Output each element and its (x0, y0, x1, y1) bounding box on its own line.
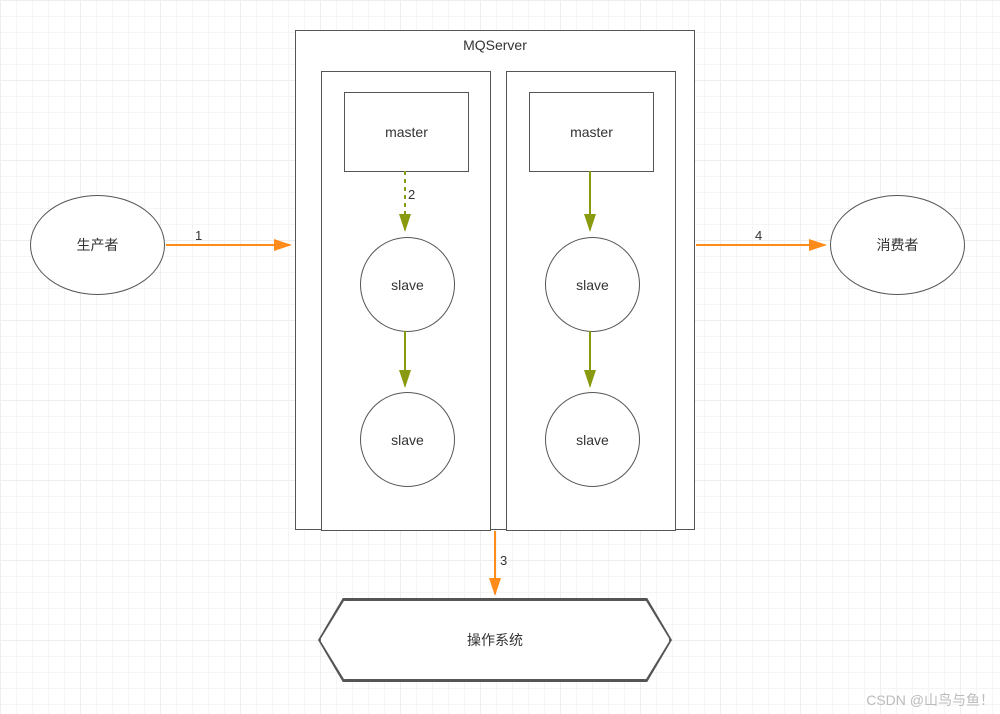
master-box-right: master (529, 92, 654, 172)
replica-group-right: master slave slave (506, 71, 676, 531)
slave-node-left-2: slave (360, 392, 455, 487)
arrow-label-1: 1 (195, 228, 202, 243)
mqserver-box: MQServer master slave slave master slave… (295, 30, 695, 530)
producer-node: 生产者 (30, 195, 165, 295)
master-label: master (570, 124, 613, 140)
master-label: master (385, 124, 428, 140)
slave-label: slave (576, 277, 609, 293)
mqserver-title: MQServer (296, 37, 694, 53)
slave-label: slave (391, 432, 424, 448)
consumer-node: 消费者 (830, 195, 965, 295)
master-box-left: master (344, 92, 469, 172)
arrow-label-3: 3 (500, 553, 507, 568)
arrow-label-2: 2 (408, 187, 415, 202)
replica-group-left: master slave slave (321, 71, 491, 531)
slave-node-left-1: slave (360, 237, 455, 332)
arrow-label-4: 4 (755, 228, 762, 243)
os-box: 操作系统 (320, 600, 670, 680)
slave-label: slave (576, 432, 609, 448)
slave-label: slave (391, 277, 424, 293)
watermark: CSDN @山鸟与鱼！ (866, 690, 994, 710)
slave-node-right-2: slave (545, 392, 640, 487)
consumer-label: 消费者 (877, 235, 919, 255)
slave-node-right-1: slave (545, 237, 640, 332)
os-label: 操作系统 (467, 630, 523, 650)
producer-label: 生产者 (77, 235, 119, 255)
